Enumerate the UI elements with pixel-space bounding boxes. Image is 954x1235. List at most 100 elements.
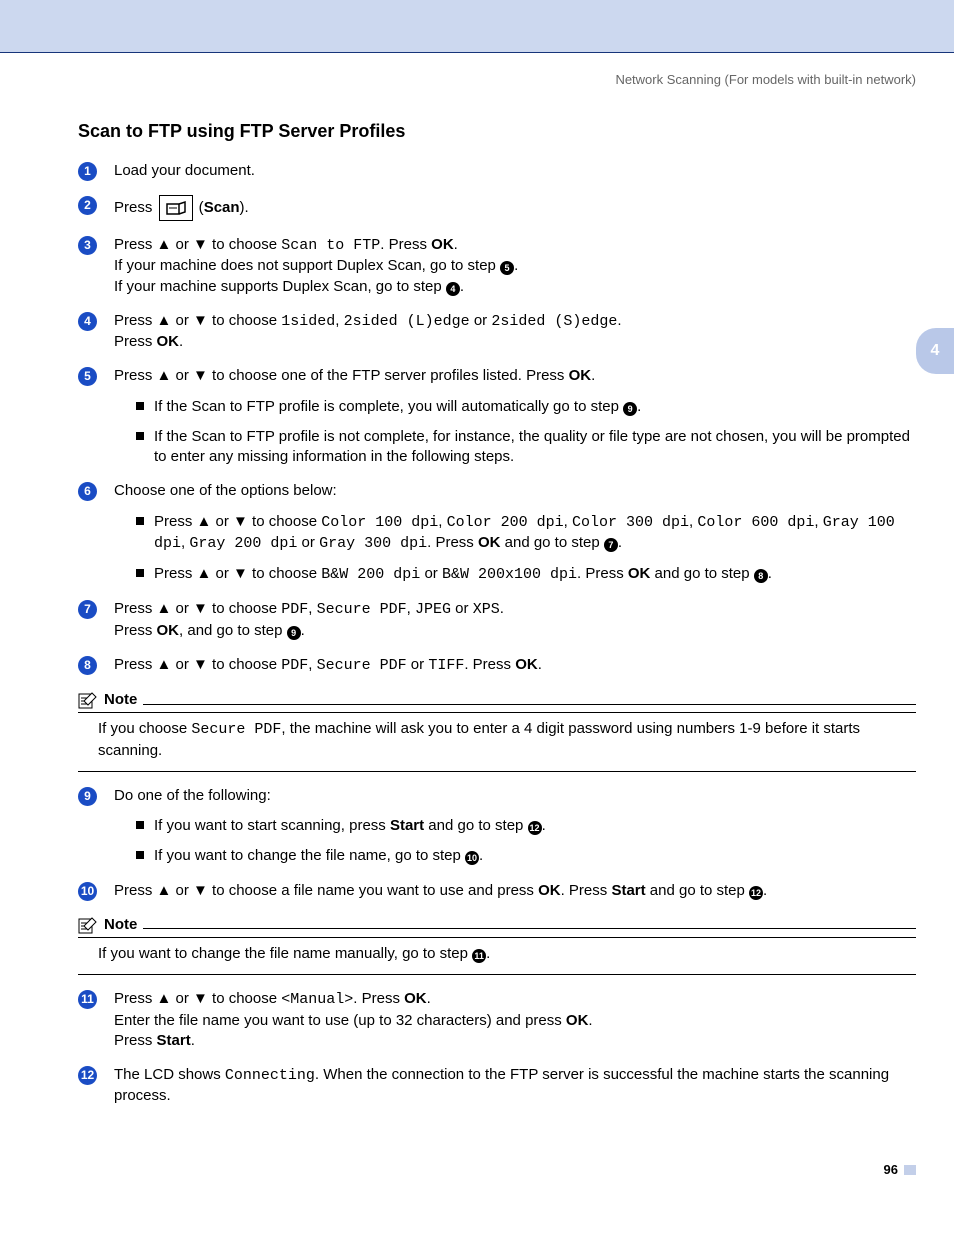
ok-label: OK: [538, 882, 561, 899]
step-text: . Press: [561, 882, 612, 899]
ok-label: OK: [515, 656, 538, 673]
step-list-cont: Do one of the following: If you want to …: [78, 786, 916, 901]
lcd-text: Secure PDF: [317, 601, 407, 618]
ok-label: OK: [404, 990, 427, 1007]
step-text: Choose one of the options below:: [114, 482, 337, 499]
step-list-cont2: Press ▲ or ▼ to choose <Manual>. Press O…: [78, 989, 916, 1106]
step-text: Press ▲ or ▼ to choose: [154, 513, 321, 530]
ok-label: OK: [628, 565, 651, 582]
lcd-text: Color 200 dpi: [447, 514, 564, 531]
step-text: , and go to step: [179, 622, 287, 639]
lcd-text: Connecting: [225, 1067, 315, 1084]
start-label: Start: [157, 1032, 191, 1049]
start-label: Start: [390, 817, 424, 834]
step-text: Press ▲ or ▼ to choose one of the FTP se…: [114, 367, 569, 384]
list-item: If you want to change the file name, go …: [136, 846, 916, 866]
step-text: Do one of the following:: [114, 787, 271, 804]
step-text: and go to step: [646, 882, 749, 899]
ok-label: OK: [431, 236, 454, 253]
step-text: Press ▲ or ▼ to choose a file name you w…: [114, 882, 538, 899]
step-list: Load your document. Press (Scan). Press …: [78, 161, 916, 676]
step-5: Press ▲ or ▼ to choose one of the FTP se…: [78, 366, 916, 467]
step-text: Press ▲ or ▼ to choose: [154, 565, 321, 582]
lcd-text: 2sided (S)edge: [491, 313, 617, 330]
sub-list: If you want to start scanning, press Sta…: [114, 816, 916, 867]
step-11: Press ▲ or ▼ to choose <Manual>. Press O…: [78, 989, 916, 1051]
step-text: If you want to change the file name, go …: [154, 847, 465, 864]
list-item: Press ▲ or ▼ to choose Color 100 dpi, Co…: [136, 512, 916, 555]
lcd-text: Scan to FTP: [281, 237, 380, 254]
lcd-text: Gray 300 dpi: [319, 535, 427, 552]
note-icon: [78, 691, 98, 709]
step-text: Press ▲ or ▼ to choose: [114, 990, 281, 1007]
list-item: If you want to start scanning, press Sta…: [136, 816, 916, 836]
step-7: Press ▲ or ▼ to choose PDF, Secure PDF, …: [78, 599, 916, 641]
step-text: The LCD shows: [114, 1066, 225, 1083]
step-text: If you want to change the file name manu…: [98, 945, 472, 962]
step-text: Press ▲ or ▼ to choose: [114, 600, 281, 617]
sub-list: If the Scan to FTP profile is complete, …: [114, 397, 916, 468]
step-text: Press: [114, 1032, 157, 1049]
lcd-text: Color 300 dpi: [572, 514, 689, 531]
scan-icon: [159, 195, 193, 221]
note-block: Note If you choose Secure PDF, the machi…: [78, 690, 916, 772]
step-9: Do one of the following: If you want to …: [78, 786, 916, 867]
step-ref-icon: 11: [472, 949, 486, 963]
step-text: If you want to start scanning, press: [154, 817, 390, 834]
step-text: Press: [114, 333, 157, 350]
step-text: If the Scan to FTP profile is complete, …: [154, 398, 623, 415]
step-ref-icon: 9: [623, 402, 637, 416]
step-3: Press ▲ or ▼ to choose Scan to FTP. Pres…: [78, 235, 916, 297]
lcd-text: PDF: [281, 601, 308, 618]
step-text: Press: [114, 199, 157, 216]
scan-label: Scan: [204, 199, 240, 216]
page-content: Scan to FTP using FTP Server Profiles Lo…: [0, 119, 954, 1107]
ok-label: OK: [478, 534, 501, 551]
note-title: Note: [104, 690, 137, 710]
step-ref-icon: 4: [446, 282, 460, 296]
page-number: 96: [0, 1121, 954, 1219]
note-icon: [78, 916, 98, 934]
breadcrumb: Network Scanning (For models with built-…: [0, 53, 954, 89]
ok-label: OK: [566, 1012, 589, 1029]
step-text: Press: [114, 622, 157, 639]
step-text: and go to step: [424, 817, 527, 834]
step-4: Press ▲ or ▼ to choose 1sided, 2sided (L…: [78, 311, 916, 353]
ok-label: OK: [569, 367, 592, 384]
list-item: If the Scan to FTP profile is not comple…: [136, 427, 916, 468]
page-title: Scan to FTP using FTP Server Profiles: [78, 119, 916, 143]
step-text: . Press: [464, 656, 515, 673]
step-12: The LCD shows Connecting. When the conne…: [78, 1065, 916, 1107]
step-text: . Press: [353, 990, 404, 1007]
lcd-text: PDF: [281, 657, 308, 674]
lcd-text: 1sided: [281, 313, 335, 330]
lcd-text: <Manual>: [281, 991, 353, 1008]
step-10: Press ▲ or ▼ to choose a file name you w…: [78, 881, 916, 901]
sub-list: Press ▲ or ▼ to choose Color 100 dpi, Co…: [114, 512, 916, 586]
step-text: Press ▲ or ▼ to choose: [114, 656, 281, 673]
step-text: Press ▲ or ▼ to choose: [114, 312, 281, 329]
step-ref-icon: 12: [528, 821, 542, 835]
step-text: Enter the file name you want to use (up …: [114, 1012, 566, 1029]
section-tab: 4: [916, 328, 954, 374]
lcd-text: TIFF: [428, 657, 464, 674]
note-title: Note: [104, 915, 137, 935]
lcd-text: Secure PDF: [317, 657, 407, 674]
start-label: Start: [611, 882, 645, 899]
step-text: and go to step: [500, 534, 603, 551]
step-text: . Press: [380, 236, 431, 253]
lcd-text: B&W 200x100 dpi: [442, 566, 577, 583]
lcd-text: Color 600 dpi: [697, 514, 814, 531]
lcd-text: Color 100 dpi: [321, 514, 438, 531]
step-text: If your machine supports Duplex Scan, go…: [114, 278, 446, 295]
step-ref-icon: 8: [754, 569, 768, 583]
step-text: If your machine does not support Duplex …: [114, 257, 500, 274]
step-6: Choose one of the options below: Press ▲…: [78, 481, 916, 585]
step-text: If the Scan to FTP profile is not comple…: [154, 428, 910, 465]
step-ref-icon: 5: [500, 261, 514, 275]
lcd-text: JPEG: [415, 601, 451, 618]
top-bar: [0, 0, 954, 53]
ok-label: OK: [157, 333, 180, 350]
step-text: and go to step: [650, 565, 753, 582]
lcd-text: B&W 200 dpi: [321, 566, 420, 583]
